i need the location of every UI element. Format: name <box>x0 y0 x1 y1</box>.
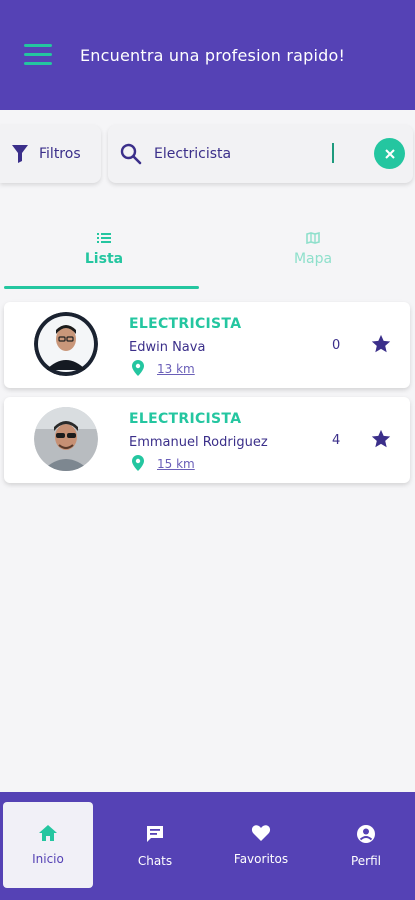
star-icon[interactable] <box>370 333 392 355</box>
nav-favoritos[interactable]: Favoritos <box>216 802 306 888</box>
profession-label: ELECTRICISTA <box>129 411 242 427</box>
view-tabs: Lista Mapa <box>0 222 415 290</box>
search-icon <box>120 143 142 165</box>
tab-lista-label: Lista <box>84 251 124 267</box>
text-cursor <box>332 143 334 163</box>
tab-mapa-label: Mapa <box>293 251 333 267</box>
distance-link[interactable]: 13 km <box>157 362 195 376</box>
close-icon <box>384 148 395 159</box>
account-circle-icon <box>357 825 375 843</box>
profession-label: ELECTRICISTA <box>129 316 242 332</box>
location-pin-icon <box>132 360 144 376</box>
avatar <box>34 407 98 471</box>
location-pin-icon <box>132 455 144 471</box>
nav-perfil-label: Perfil <box>350 854 382 868</box>
rating-value: 0 <box>332 338 341 353</box>
active-tab-indicator <box>4 286 199 289</box>
filters-button[interactable]: Filtros <box>0 125 101 183</box>
funnel-icon <box>12 145 28 163</box>
page-title: Encuentra una profesion rapido! <box>80 46 346 65</box>
worker-name: Edwin Nava <box>129 340 206 355</box>
tab-mapa[interactable]: Mapa <box>213 222 413 290</box>
nav-inicio-label: Inicio <box>32 852 64 866</box>
nav-chats[interactable]: Chats <box>110 802 200 888</box>
nav-inicio[interactable]: Inicio <box>3 802 93 888</box>
rating-value: 4 <box>332 433 341 448</box>
clear-search-button[interactable] <box>374 138 405 169</box>
list-icon <box>97 233 111 243</box>
worker-card[interactable]: ELECTRICISTA Edwin Nava 13 km 0 <box>4 302 410 388</box>
filters-label: Filtros <box>39 146 81 162</box>
nav-chats-label: Chats <box>137 854 173 868</box>
search-bar <box>108 125 413 183</box>
app-bar: Encuentra una profesion rapido! <box>0 0 415 110</box>
star-icon[interactable] <box>370 428 392 450</box>
worker-name: Emmanuel Rodriguez <box>129 435 268 450</box>
map-icon <box>306 232 320 244</box>
tab-lista[interactable]: Lista <box>4 222 204 290</box>
worker-card[interactable]: ELECTRICISTA Emmanuel Rodriguez 15 km 4 <box>4 397 410 483</box>
nav-favoritos-label: Favoritos <box>233 852 289 866</box>
nav-perfil[interactable]: Perfil <box>321 802 411 888</box>
hamburger-menu-icon[interactable] <box>24 44 52 66</box>
avatar <box>34 312 98 376</box>
heart-icon <box>251 825 271 841</box>
home-icon <box>39 825 57 841</box>
distance-link[interactable]: 15 km <box>157 457 195 471</box>
bottom-navigation: Inicio Chats Favoritos Perfil <box>0 792 415 900</box>
chat-icon <box>147 826 163 842</box>
